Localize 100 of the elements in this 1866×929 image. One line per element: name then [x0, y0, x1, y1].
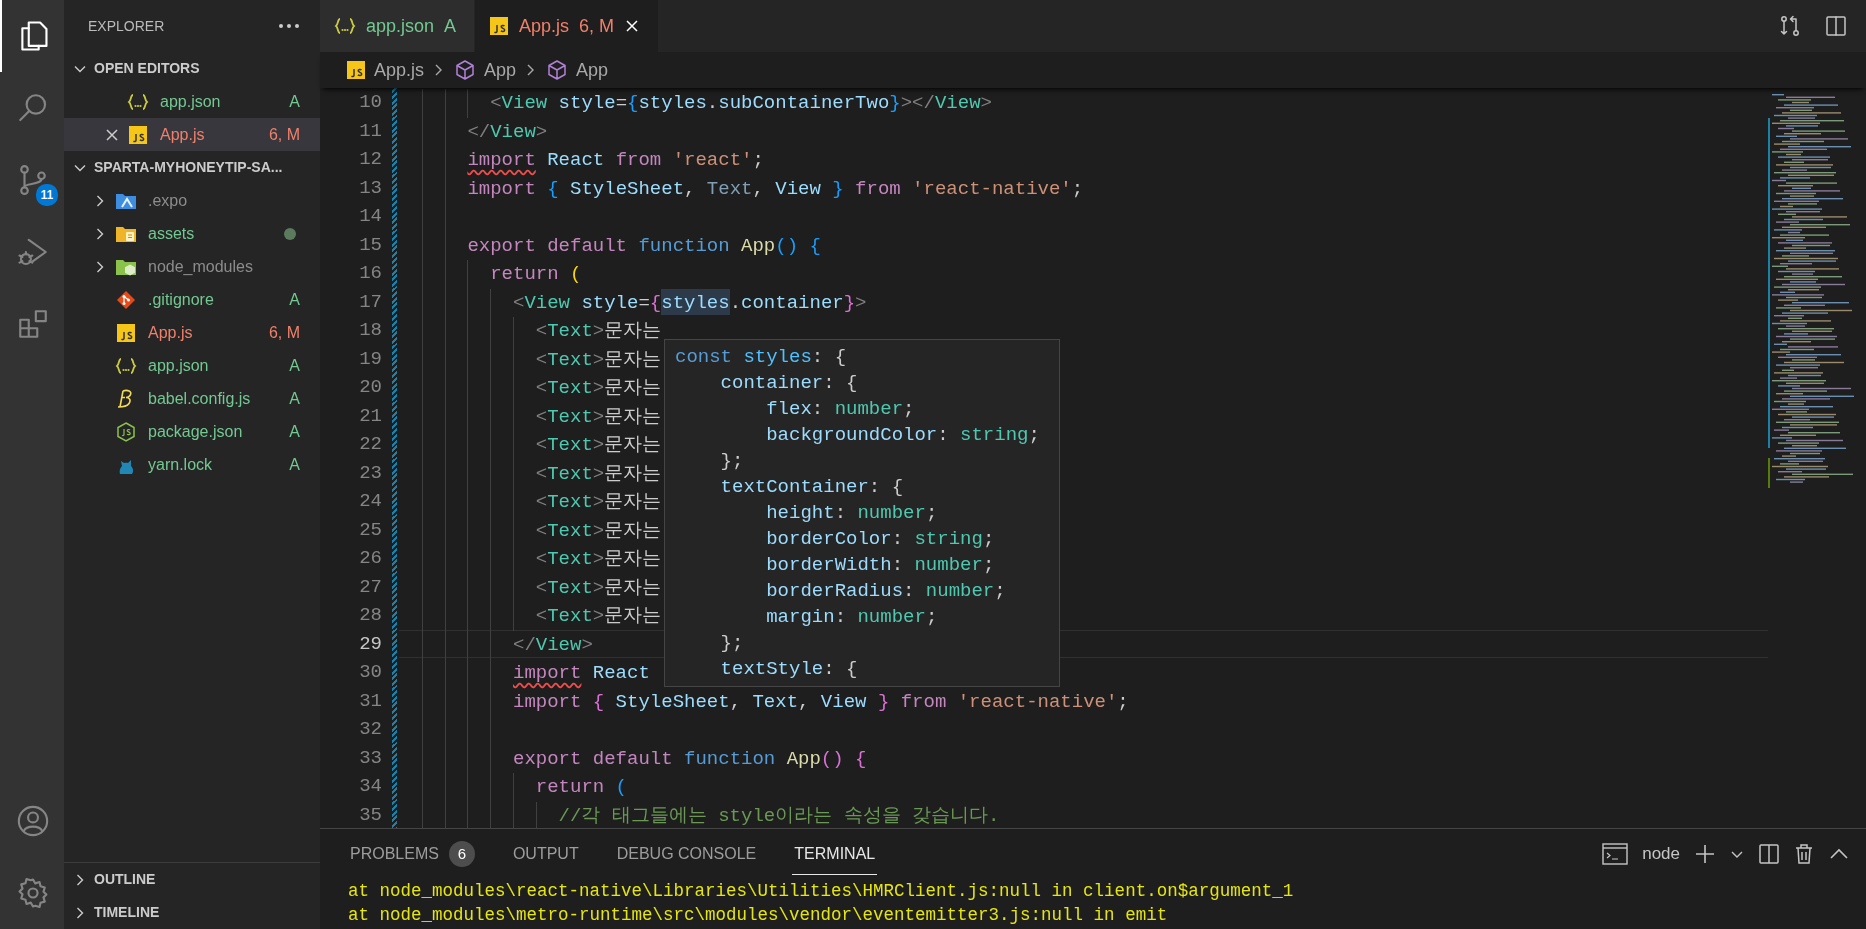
section-header[interactable]: SPARTA-MYHONEYTIP-SA... [64, 151, 320, 184]
code-token: 문자는 [604, 547, 662, 572]
breadcrumb-item[interactable]: App.js [374, 56, 425, 84]
code-token: ; [752, 148, 764, 173]
terminal-name[interactable]: node [1642, 841, 1680, 867]
line-number: 29 [358, 631, 382, 657]
settings-icon [16, 876, 50, 910]
code-token: 문자는 [604, 461, 662, 486]
code-token: 'react-native' [956, 689, 1118, 714]
code-token: : { [811, 346, 847, 368]
code-token: number [856, 606, 926, 628]
code-token: View [774, 176, 821, 201]
code-token: Text [547, 490, 593, 515]
code-token: . [706, 91, 719, 116]
file-name: .gitignore [148, 289, 214, 310]
open-editor-item[interactable]: App.js 6, M [64, 118, 320, 151]
breadcrumb-item[interactable]: App [576, 56, 609, 84]
folder-item[interactable]: node_modules [64, 250, 320, 283]
tab-label: app.json [366, 14, 435, 38]
code-token: string [913, 528, 983, 550]
code-token: { [627, 91, 639, 116]
file-name: App.js [148, 322, 193, 343]
code-token: App [785, 746, 821, 771]
editor-tab[interactable]: App.js 6, M [475, 0, 660, 52]
editor-tab[interactable]: app.json A [320, 0, 476, 52]
count-badge: 6 [448, 840, 475, 867]
panel-tab[interactable]: PROBLEMS 6 [348, 832, 477, 876]
code-token: backgroundColor [765, 424, 938, 446]
code-token: : { [868, 476, 904, 498]
section-header[interactable]: OPEN EDITORS [64, 52, 320, 85]
code-token: < [535, 490, 548, 515]
code-token: styles [742, 346, 812, 368]
code-token: : [834, 502, 847, 524]
hexagon-icon [116, 421, 136, 442]
code-token: , [684, 176, 696, 201]
folder-item[interactable]: assets [64, 217, 320, 250]
code-token: margin [765, 606, 835, 628]
code-token: return [490, 262, 559, 287]
close-icon [624, 18, 641, 34]
breadcrumb-item[interactable]: App [484, 56, 517, 84]
code-token: ></ [900, 91, 935, 116]
line-number: 15 [358, 232, 382, 258]
file-name: app.json [160, 91, 221, 112]
file-item[interactable]: yarn.lock A [64, 448, 320, 481]
code-token: return [535, 775, 605, 800]
code-token: 'react' [671, 148, 753, 173]
code-token: number [833, 398, 904, 420]
blocks-icon [16, 307, 50, 341]
code-token: Text [547, 461, 593, 486]
activity-bar-item[interactable]: 11 [0, 144, 64, 216]
code-token: = [638, 290, 650, 315]
panel-tab[interactable]: OUTPUT [510, 833, 581, 875]
code-token: Text [547, 319, 593, 344]
plus-icon [1694, 843, 1716, 865]
braces-icon [115, 355, 137, 376]
code-comment: //각 태그들에는 style이라는 속성을 갖습니다. [558, 803, 1000, 828]
code-token: { [808, 233, 821, 258]
section-header[interactable]: TIMELINE [64, 896, 320, 929]
code-token: 문자는 [604, 319, 662, 344]
line-number: 14 [358, 204, 382, 229]
section-header[interactable]: OUTLINE [64, 863, 320, 896]
git-status: A [444, 14, 457, 38]
code-token: import [513, 661, 582, 686]
code-token: </ [467, 119, 491, 144]
code-token: string [959, 424, 1029, 446]
code-token: textStyle [719, 658, 824, 680]
folder-item[interactable]: .expo [64, 184, 320, 217]
git-status: 6, M [579, 14, 615, 38]
code-token: { [854, 746, 867, 771]
line-number: 28 [358, 603, 382, 628]
file-item[interactable]: babel.config.js A [64, 382, 320, 415]
code-token: Text [547, 404, 593, 429]
open-editor-item[interactable]: app.json A [64, 85, 320, 118]
file-item[interactable]: .gitignore A [64, 283, 320, 316]
line-number: 33 [358, 745, 382, 771]
code-token: styles [661, 288, 730, 315]
code-token: Text [547, 518, 593, 543]
code-token: Text [751, 689, 799, 714]
code-token: , [798, 689, 810, 714]
panel-tab[interactable]: TERMINAL [792, 833, 878, 875]
code-token: style [580, 290, 639, 315]
code-token: height [765, 502, 835, 524]
code-token: ; [925, 502, 938, 524]
folder-name: node_modules [148, 256, 253, 277]
split-terminal-icon [1758, 843, 1780, 865]
code-token: function [637, 233, 730, 258]
code-token: > [581, 632, 593, 657]
line-number: 20 [358, 375, 382, 400]
code-token: : { [823, 658, 858, 680]
code-token: : [834, 606, 847, 628]
code-token: number [856, 502, 926, 524]
code-token: React [546, 148, 605, 173]
code-token: from [614, 148, 662, 173]
file-item[interactable]: App.js 6, M [64, 316, 320, 349]
line-number: 16 [358, 261, 382, 286]
file-item[interactable]: package.json A [64, 415, 320, 448]
panel-tab[interactable]: DEBUG CONSOLE [614, 833, 759, 875]
code-token: : [937, 424, 949, 446]
tab-label: App.js [519, 14, 570, 38]
file-item[interactable]: app.json A [64, 349, 320, 382]
